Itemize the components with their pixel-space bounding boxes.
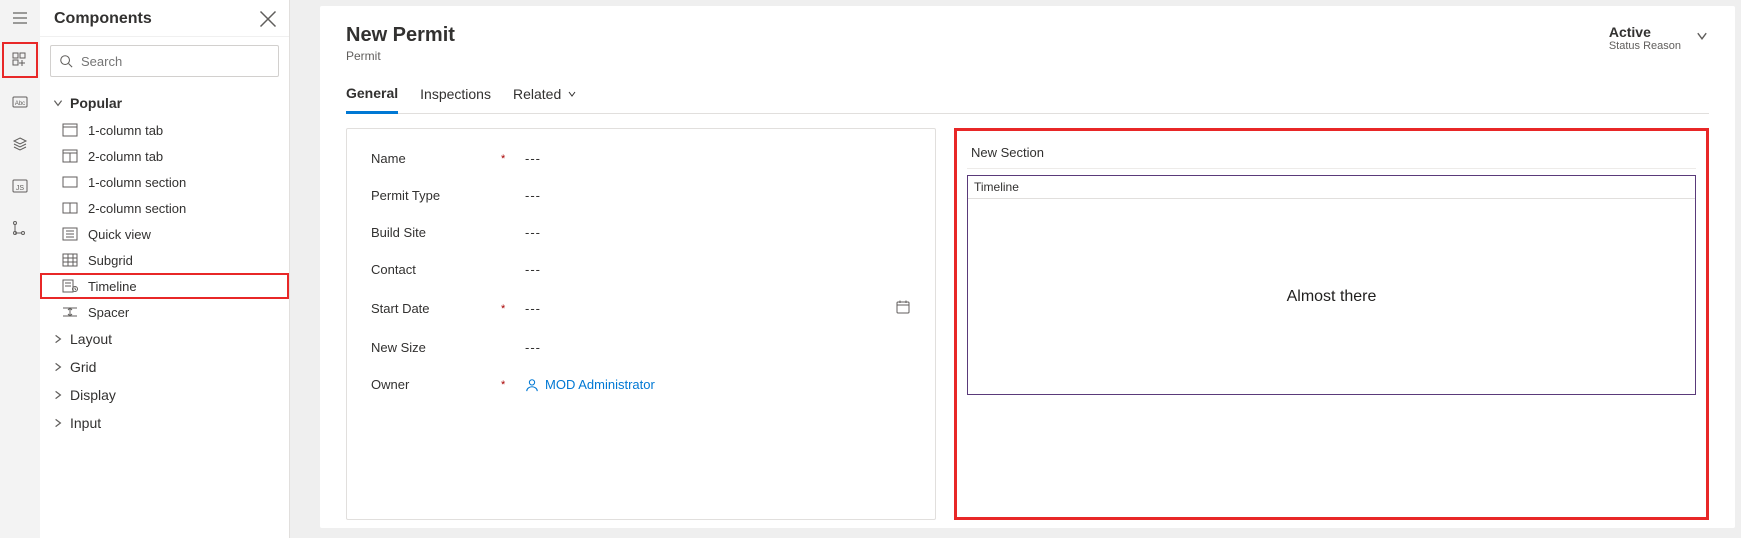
required-indicator: * — [501, 303, 525, 315]
group-label: Layout — [70, 331, 112, 347]
component-2-column-section[interactable]: 2-column section — [40, 195, 289, 221]
tab-related[interactable]: Related — [513, 77, 577, 113]
panel-title: Components — [54, 10, 152, 28]
section-title: New Section — [967, 139, 1696, 169]
components-rail-icon[interactable] — [6, 46, 34, 74]
calendar-icon[interactable] — [895, 299, 911, 318]
form-canvas: New Permit Permit Active Status Reason G… — [290, 0, 1741, 538]
timeline-control[interactable]: Timeline Almost there — [967, 175, 1696, 395]
timeline-header: Timeline — [968, 176, 1695, 199]
group-layout[interactable]: Layout — [40, 325, 289, 353]
field-start-date[interactable]: Start Date * --- — [371, 299, 911, 318]
component-label: 2-column tab — [88, 149, 163, 164]
chevron-right-icon — [52, 333, 64, 345]
svg-text:JS: JS — [16, 185, 25, 192]
group-label: Popular — [70, 95, 122, 111]
chevron-right-icon — [52, 361, 64, 373]
svg-text:Abc: Abc — [15, 101, 25, 107]
search-input[interactable] — [50, 45, 279, 77]
tab-bar: General Inspections Related — [346, 77, 1709, 114]
required-indicator: * — [501, 153, 525, 165]
group-display[interactable]: Display — [40, 381, 289, 409]
new-section-highlight: New Section Timeline Almost there — [954, 128, 1709, 520]
hamburger-icon[interactable] — [6, 4, 34, 32]
group-label: Grid — [70, 359, 96, 375]
status-dropdown[interactable]: Active Status Reason — [1609, 24, 1709, 52]
component-2-column-tab[interactable]: 2-column tab — [40, 143, 289, 169]
owner-lookup[interactable]: MOD Administrator — [525, 377, 655, 392]
group-popular[interactable]: Popular — [40, 89, 289, 117]
field-value: --- — [525, 340, 541, 355]
field-new-size[interactable]: New Size --- — [371, 340, 911, 355]
component-1-column-tab[interactable]: 1-column tab — [40, 117, 289, 143]
search-field[interactable] — [81, 54, 270, 69]
field-permit-type[interactable]: Permit Type --- — [371, 188, 911, 203]
js-rail-icon[interactable]: JS — [6, 172, 34, 200]
status-value: Active — [1609, 24, 1681, 40]
component-subgrid[interactable]: Subgrid — [40, 247, 289, 273]
chevron-right-icon — [52, 389, 64, 401]
field-name[interactable]: Name * --- — [371, 151, 911, 166]
component-label: Timeline — [88, 279, 137, 294]
required-indicator: * — [501, 379, 525, 391]
field-value: --- — [525, 151, 541, 166]
group-grid[interactable]: Grid — [40, 353, 289, 381]
component-label: 1-column tab — [88, 123, 163, 138]
field-value: --- — [525, 225, 541, 240]
group-label: Input — [70, 415, 101, 431]
component-label: Spacer — [88, 305, 129, 320]
left-rail: Abc JS — [0, 0, 40, 538]
page-subtitle: Permit — [346, 49, 455, 63]
group-label: Display — [70, 387, 116, 403]
search-icon — [59, 54, 73, 68]
chevron-right-icon — [52, 417, 64, 429]
page-title: New Permit — [346, 24, 455, 47]
tab-inspections[interactable]: Inspections — [420, 77, 491, 113]
status-label: Status Reason — [1609, 40, 1681, 52]
timeline-placeholder: Almost there — [968, 199, 1695, 394]
chevron-down-icon — [1695, 29, 1709, 48]
chevron-down-icon — [567, 86, 577, 102]
component-1-column-section[interactable]: 1-column section — [40, 169, 289, 195]
field-contact[interactable]: Contact --- — [371, 262, 911, 277]
tree-rail-icon[interactable] — [6, 214, 34, 242]
field-owner[interactable]: Owner * MOD Administrator — [371, 377, 911, 392]
person-icon — [525, 378, 539, 392]
group-input[interactable]: Input — [40, 409, 289, 437]
close-icon[interactable] — [259, 10, 277, 28]
component-spacer[interactable]: Spacer — [40, 299, 289, 325]
owner-value: MOD Administrator — [545, 377, 655, 392]
tab-general[interactable]: General — [346, 77, 398, 114]
component-quick-view[interactable]: Quick view — [40, 221, 289, 247]
components-panel: Components Popular 1-column tab 2-col — [40, 0, 290, 538]
component-label: 1-column section — [88, 175, 186, 190]
component-label: Quick view — [88, 227, 151, 242]
field-value: --- — [525, 188, 541, 203]
field-value: --- — [525, 301, 541, 316]
chevron-down-icon — [52, 97, 64, 109]
form-fields-section: Name * --- Permit Type --- Build Site --… — [346, 128, 936, 520]
component-timeline[interactable]: Timeline — [40, 273, 289, 299]
component-label: Subgrid — [88, 253, 133, 268]
layers-rail-icon[interactable] — [6, 130, 34, 158]
abc-rail-icon[interactable]: Abc — [6, 88, 34, 116]
field-value: --- — [525, 262, 541, 277]
field-build-site[interactable]: Build Site --- — [371, 225, 911, 240]
component-label: 2-column section — [88, 201, 186, 216]
